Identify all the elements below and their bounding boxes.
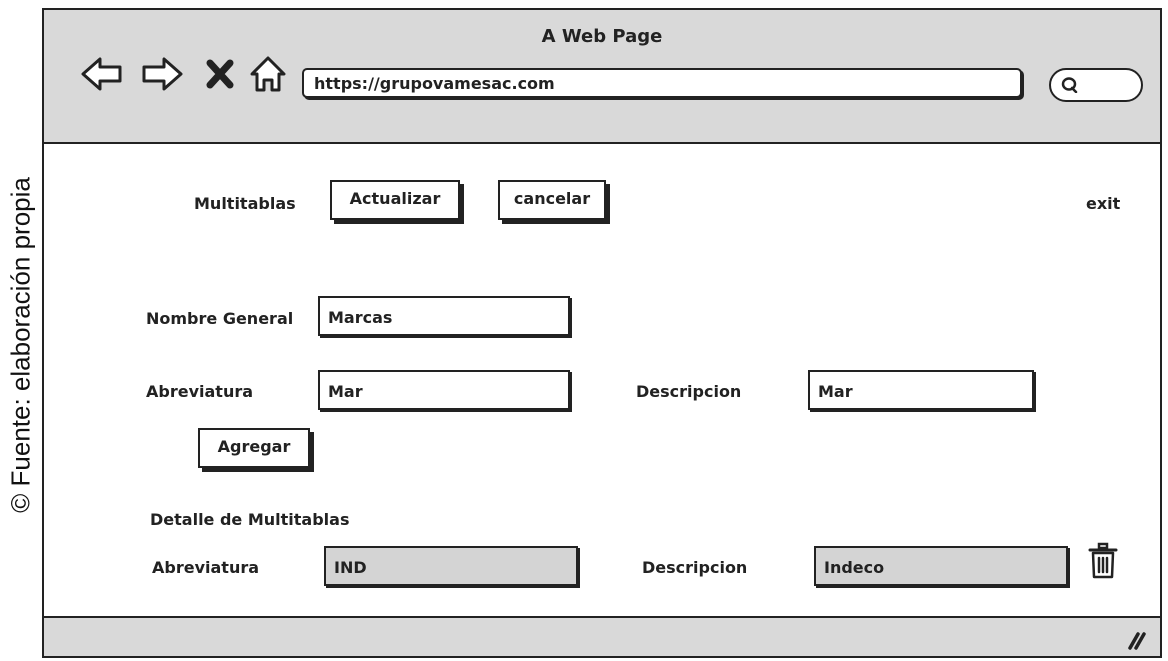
browser-titlebar: A Web Page https://grupovamesac.com bbox=[44, 10, 1160, 144]
exit-link[interactable]: exit bbox=[1086, 194, 1120, 213]
cancel-button[interactable]: cancelar bbox=[498, 180, 606, 220]
abbreviation-label: Abreviatura bbox=[146, 382, 254, 401]
abbreviation-value: Mar bbox=[328, 382, 363, 401]
url-text: https://grupovamesac.com bbox=[314, 74, 555, 93]
update-button[interactable]: Actualizar bbox=[330, 180, 460, 220]
source-caption: © Fuente: elaboración propia bbox=[0, 0, 42, 661]
description-field[interactable]: Mar bbox=[808, 370, 1034, 410]
source-caption-text: © Fuente: elaboración propia bbox=[5, 177, 36, 513]
browser-window: A Web Page https://grupovamesac.com Mult… bbox=[42, 8, 1162, 658]
page-title: A Web Page bbox=[541, 26, 663, 47]
general-name-field[interactable]: Marcas bbox=[318, 296, 570, 336]
detail-heading: Detalle de Multitablas bbox=[150, 510, 350, 529]
page-content: Multitablas Actualizar cancelar exit Nom… bbox=[44, 144, 1160, 616]
browser-statusbar bbox=[44, 616, 1160, 656]
detail-description-label: Descripcion bbox=[642, 558, 748, 577]
detail-abbreviation-field[interactable]: IND bbox=[324, 546, 578, 586]
search-icon bbox=[1061, 77, 1079, 94]
forward-arrow-icon[interactable] bbox=[140, 54, 184, 94]
description-value: Mar bbox=[818, 382, 853, 401]
general-name-value: Marcas bbox=[328, 308, 393, 327]
section-label: Multitablas bbox=[194, 194, 296, 213]
home-icon[interactable] bbox=[248, 54, 288, 94]
close-icon[interactable] bbox=[204, 54, 236, 94]
url-bar[interactable]: https://grupovamesac.com bbox=[302, 68, 1022, 98]
detail-abbreviation-label: Abreviatura bbox=[152, 558, 260, 577]
detail-description-field[interactable]: Indeco bbox=[814, 546, 1068, 586]
detail-description-value: Indeco bbox=[824, 558, 885, 577]
search-box[interactable] bbox=[1049, 68, 1143, 102]
abbreviation-field[interactable]: Mar bbox=[318, 370, 570, 410]
back-arrow-icon[interactable] bbox=[80, 54, 124, 94]
trash-icon[interactable] bbox=[1088, 542, 1118, 580]
description-label: Descripcion bbox=[636, 382, 742, 401]
detail-abbreviation-value: IND bbox=[334, 558, 367, 577]
general-name-label: Nombre General bbox=[146, 309, 294, 328]
resize-grip-icon[interactable] bbox=[1124, 628, 1146, 650]
add-button[interactable]: Agregar bbox=[198, 428, 310, 468]
